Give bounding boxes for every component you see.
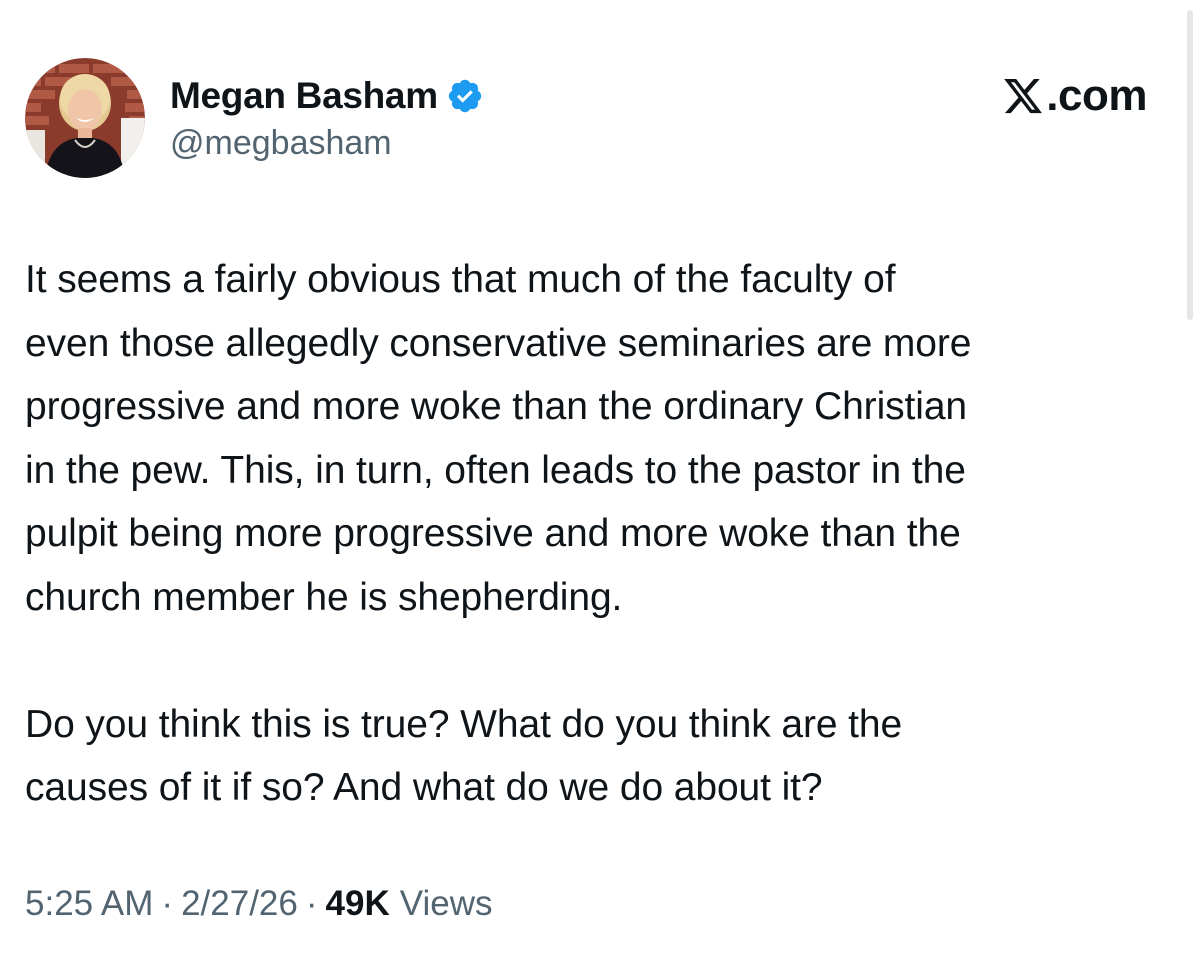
x-brand-watermark: .com — [1001, 70, 1147, 122]
tweet-date[interactable]: 2/27/26 — [181, 884, 298, 924]
tweet-paragraph-1: It seems a fairly obvious that much of t… — [25, 258, 972, 619]
x-logo-icon — [1001, 75, 1045, 117]
views-label: Views — [399, 884, 493, 923]
tweet-paragraph-2: Do you think this is true? What do you t… — [25, 702, 903, 810]
avatar[interactable] — [25, 58, 145, 178]
scrollbar[interactable] — [1187, 10, 1193, 320]
display-name-row: Megan Basham — [170, 72, 484, 120]
brand-domain-text: .com — [1046, 71, 1147, 120]
meta-separator: · — [305, 884, 318, 923]
meta-separator: · — [161, 884, 174, 923]
display-name[interactable]: Megan Basham — [170, 75, 438, 117]
tweet-time[interactable]: 5:25 AM — [25, 884, 153, 924]
verified-badge-icon — [446, 77, 484, 115]
views-count[interactable]: 49K — [326, 884, 390, 924]
tweet-meta: 5:25 AM · 2/27/26 · 49K Views — [25, 884, 492, 924]
avatar-photo-icon — [25, 58, 145, 178]
author-block: Megan Basham @megbasham — [170, 72, 484, 163]
tweet-text: It seems a fairly obvious that much of t… — [25, 248, 1175, 820]
tweet-card: Megan Basham @megbasham .com It seems a … — [0, 0, 1200, 972]
user-handle[interactable]: @megbasham — [170, 124, 484, 163]
tweet-header: Megan Basham @megbasham .com — [25, 58, 1165, 180]
